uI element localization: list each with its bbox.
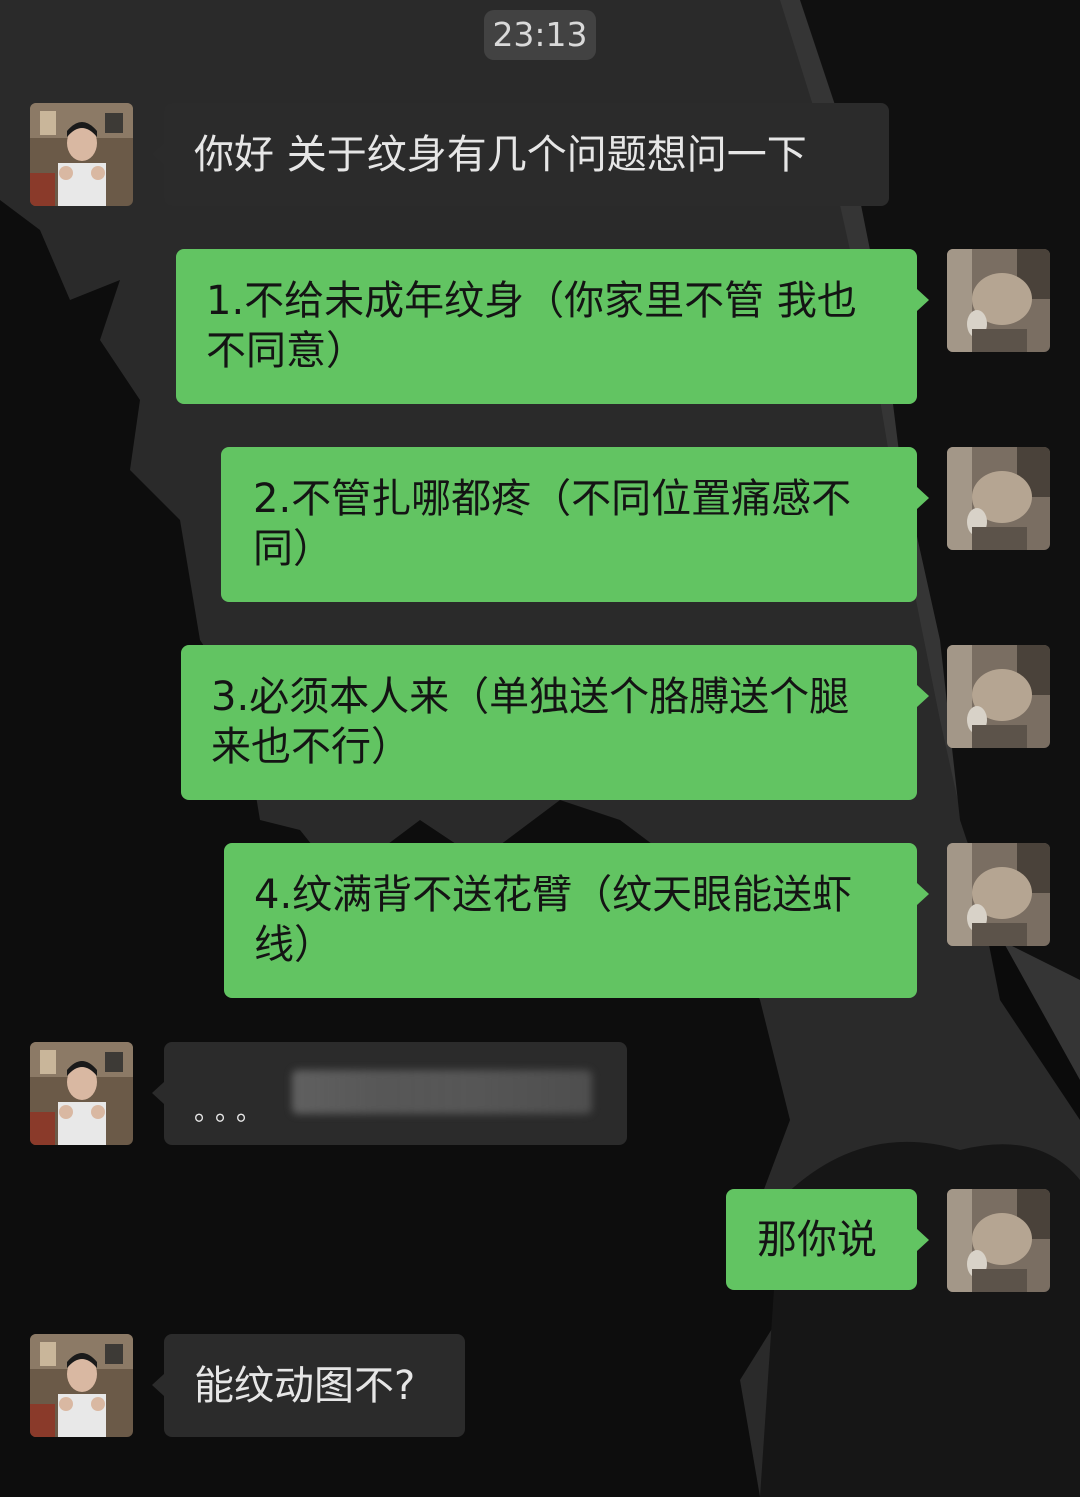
bubble-tail: [917, 487, 929, 509]
message-bubble-outgoing[interactable]: 2.不管扎哪都疼（不同位置痛感不 同）: [221, 447, 929, 602]
message-timestamp: 23:13: [484, 10, 596, 60]
self-avatar[interactable]: [947, 843, 1050, 946]
message-bubble-outgoing[interactable]: 3.必须本人来（单独送个胳膊送个腿 来也不行）: [181, 645, 929, 800]
message-line: 不同意）: [206, 328, 366, 374]
bubble-tail: [152, 1082, 164, 1104]
redacted-text: [292, 1070, 592, 1114]
message-text: 那你说: [757, 1217, 877, 1263]
cat-photo-avatar-icon: [947, 645, 1050, 748]
person-avatar-icon: [30, 1042, 133, 1145]
cat-photo-avatar-icon: [947, 843, 1050, 946]
chat-screen: 23:13 你好 关于纹身有几个问题想问一下 1.不给未成年纹身（你家里不管 我…: [0, 0, 1080, 1497]
contact-avatar[interactable]: [30, 1334, 133, 1437]
person-avatar-icon: [30, 1334, 133, 1437]
bubble-tail: [917, 1229, 929, 1251]
self-avatar[interactable]: [947, 1189, 1050, 1292]
message-text: 能纹动图不?: [194, 1363, 416, 1409]
self-avatar[interactable]: [947, 645, 1050, 748]
bubble-tail: [152, 143, 164, 165]
message-line: 3.必须本人来（单独送个胳膊送个腿: [211, 674, 850, 720]
message-bubble-outgoing[interactable]: 1.不给未成年纹身（你家里不管 我也 不同意）: [176, 249, 929, 404]
message-bubble-incoming[interactable]: 。。。: [152, 1042, 627, 1145]
message-bubble-outgoing[interactable]: 4.纹满背不送花臂（纹天眼能送虾 线）: [224, 843, 929, 998]
message-text: 你好 关于纹身有几个问题想问一下: [194, 132, 807, 178]
bubble-tail: [152, 1374, 164, 1396]
message-line: 同）: [253, 526, 333, 572]
self-avatar[interactable]: [947, 447, 1050, 550]
bubble-tail: [917, 883, 929, 905]
cat-photo-avatar-icon: [947, 249, 1050, 352]
person-avatar-icon: [30, 103, 133, 206]
contact-avatar[interactable]: [30, 103, 133, 206]
message-line: 2.不管扎哪都疼（不同位置痛感不: [253, 476, 852, 522]
message-text: 。。。: [194, 1097, 271, 1127]
message-line: 4.纹满背不送花臂（纹天眼能送虾: [254, 872, 853, 918]
contact-avatar[interactable]: [30, 1042, 133, 1145]
message-bubble-incoming[interactable]: 能纹动图不?: [152, 1334, 465, 1437]
bubble-tail: [917, 289, 929, 311]
self-avatar[interactable]: [947, 249, 1050, 352]
message-bubble-outgoing[interactable]: 那你说: [726, 1189, 929, 1290]
message-line: 线）: [254, 922, 334, 968]
message-line: 来也不行）: [211, 724, 411, 770]
message-bubble-incoming[interactable]: 你好 关于纹身有几个问题想问一下: [152, 103, 889, 206]
cat-photo-avatar-icon: [947, 1189, 1050, 1292]
bubble-tail: [917, 685, 929, 707]
cat-photo-avatar-icon: [947, 447, 1050, 550]
message-line: 1.不给未成年纹身（你家里不管 我也: [206, 278, 857, 324]
